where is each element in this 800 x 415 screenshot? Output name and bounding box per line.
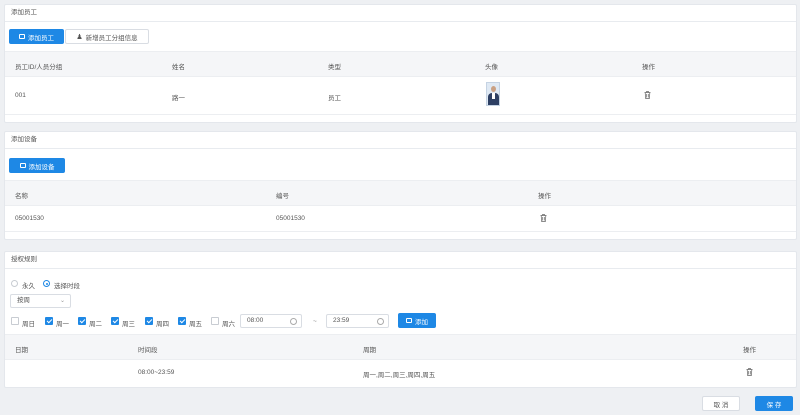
- checkbox-monday[interactable]: [45, 317, 53, 325]
- cancel-label: 取 消: [713, 401, 729, 409]
- checkbox-label: 周一: [56, 321, 69, 328]
- delete-icon[interactable]: [540, 214, 547, 222]
- column-header: 类型: [328, 64, 341, 71]
- delete-icon[interactable]: [644, 91, 651, 99]
- column-header: 日期: [15, 347, 28, 354]
- device-panel-title: 添加设备: [5, 132, 796, 149]
- avatar: [486, 82, 500, 106]
- column-header: 员工ID/人员分组: [15, 64, 63, 71]
- checkbox-wednesday[interactable]: [111, 317, 119, 325]
- staff-panel-title: 添加员工: [5, 5, 796, 22]
- rules-panel: 授权规则 永久 选择时段 按周 ⌄ 周日 周一 周二 周三 周四 周五 周六 0…: [4, 251, 797, 388]
- cycle-select[interactable]: 按周 ⌄: [10, 294, 71, 308]
- clock-icon: [290, 318, 297, 325]
- checkbox-label: 周六: [222, 321, 235, 328]
- time-separator: ~: [313, 318, 317, 325]
- card-icon: [19, 34, 25, 39]
- user-group-icon: ♟: [76, 33, 83, 41]
- column-header: 操作: [642, 64, 655, 71]
- radio-forever[interactable]: [11, 280, 18, 287]
- start-time-value: 08:00: [247, 317, 264, 324]
- footer-bar: [0, 391, 800, 415]
- table-row: 05001530 05001530: [5, 205, 796, 232]
- end-time-input[interactable]: 23:59: [326, 314, 389, 328]
- cancel-button[interactable]: 取 消: [702, 396, 740, 411]
- device-code: 05001530: [276, 215, 305, 222]
- end-time-value: 23:59: [333, 317, 350, 324]
- add-device-button[interactable]: 添加设备: [9, 158, 65, 173]
- start-time-input[interactable]: 08:00: [240, 314, 302, 328]
- checkbox-label: 周二: [89, 321, 102, 328]
- column-header: 时间段: [138, 347, 158, 354]
- add-device-label: 添加设备: [28, 163, 55, 171]
- column-header: 编号: [276, 193, 289, 200]
- column-header: 姓名: [172, 64, 185, 71]
- column-header: 操作: [743, 347, 756, 354]
- column-header: 操作: [538, 193, 551, 200]
- table-row: 001 路一 员工: [5, 76, 796, 115]
- card-icon: [406, 318, 412, 323]
- add-staff-label: 添加员工: [28, 34, 54, 42]
- rule-cycle: 周一,周二,周三,周四,周五: [363, 372, 436, 379]
- save-button[interactable]: 保 存: [755, 396, 793, 411]
- staff-type: 员工: [328, 95, 341, 102]
- add-staff-group-button[interactable]: ♟ 新增员工分组信息: [65, 29, 149, 44]
- save-label: 保 存: [766, 401, 782, 409]
- add-staff-group-label: 新增员工分组信息: [85, 34, 138, 42]
- radio-select-period-label: 选择时段: [54, 283, 80, 290]
- checkbox-thursday[interactable]: [145, 317, 153, 325]
- staff-name: 路一: [172, 95, 185, 102]
- radio-forever-label: 永久: [22, 283, 35, 290]
- add-staff-button[interactable]: 添加员工: [9, 29, 64, 44]
- card-icon: [19, 163, 26, 168]
- checkbox-label: 周三: [122, 321, 135, 328]
- checkbox-label: 周四: [156, 321, 169, 328]
- checkbox-label: 周五: [189, 321, 202, 328]
- checkbox-friday[interactable]: [178, 317, 186, 325]
- checkbox-saturday[interactable]: [211, 317, 219, 325]
- table-row: 08:00~23:59 周一,周二,周三,周四,周五: [5, 359, 796, 386]
- checkbox-label: 周日: [22, 321, 35, 328]
- add-rule-button[interactable]: 添加: [398, 313, 436, 328]
- rule-period: 08:00~23:59: [138, 369, 175, 376]
- delete-icon[interactable]: [746, 368, 753, 376]
- staff-table-header: 员工ID/人员分组 姓名 类型 头像 操作: [5, 51, 796, 77]
- chevron-down-icon: ⌄: [59, 298, 65, 304]
- column-header: 周期: [363, 347, 376, 354]
- device-panel: 添加设备 添加设备 名称 编号 操作 05001530 05001530: [4, 131, 797, 240]
- cycle-select-value: 按周: [17, 297, 30, 304]
- checkbox-sunday[interactable]: [11, 317, 19, 325]
- column-header: 名称: [15, 193, 28, 200]
- device-table-header: 名称 编号 操作: [5, 180, 796, 206]
- radio-select-period[interactable]: [43, 280, 50, 287]
- device-name: 05001530: [15, 215, 44, 222]
- column-header: 头像: [485, 64, 498, 71]
- staff-panel: 添加员工 添加员工 ♟ 新增员工分组信息 员工ID/人员分组 姓名 类型 头像 …: [4, 4, 797, 123]
- rules-table-header: 日期 时间段 周期 操作: [5, 334, 796, 360]
- checkbox-tuesday[interactable]: [78, 317, 86, 325]
- staff-id: 001: [15, 92, 26, 99]
- clock-icon: [377, 318, 384, 325]
- rules-panel-title: 授权规则: [5, 252, 796, 269]
- add-rule-label: 添加: [415, 318, 428, 326]
